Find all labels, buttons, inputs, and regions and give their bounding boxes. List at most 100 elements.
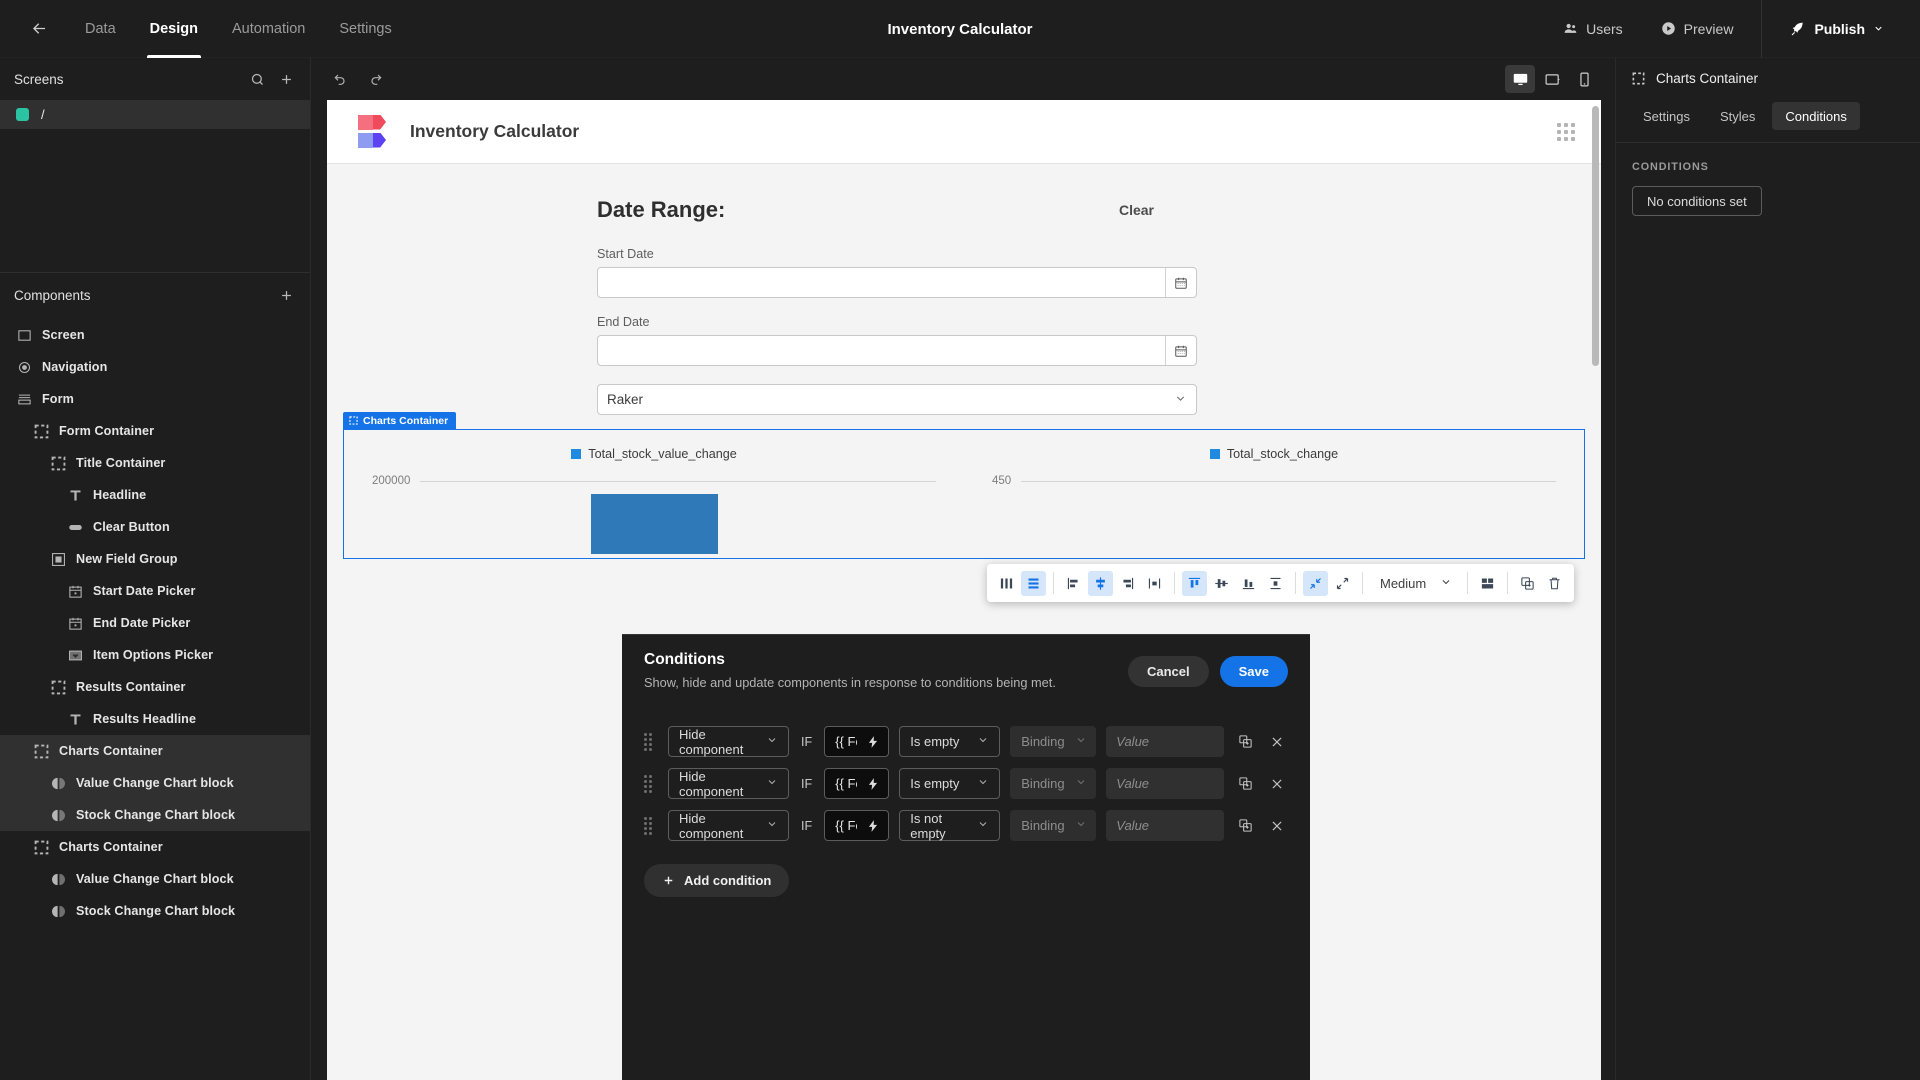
condition-action-select[interactable]: Hide component (668, 810, 789, 841)
condition-operator-select[interactable]: Is empty (899, 726, 1001, 757)
add-component-button[interactable] (279, 288, 294, 303)
chevron-down-icon (967, 734, 989, 749)
no-conditions-button[interactable]: No conditions set (1632, 186, 1762, 216)
condition-operator-select[interactable]: Is not empty (899, 810, 1001, 841)
distribute-h-icon[interactable] (1142, 571, 1167, 596)
tab-automation[interactable]: Automation (215, 0, 322, 58)
condition-binding-input[interactable]: {{ Form.Fields.End Date }} (824, 768, 890, 799)
tree-item-charts-container[interactable]: Charts Container (0, 735, 310, 767)
screen-item-root[interactable]: / (0, 100, 310, 129)
drag-handle-icon[interactable] (644, 732, 656, 751)
binding-lightning-icon[interactable] (857, 769, 888, 798)
tree-item-end-date-picker[interactable]: End Date Picker (0, 607, 310, 639)
binding-lightning-icon[interactable] (857, 811, 888, 840)
layout-icon[interactable] (1475, 571, 1500, 596)
columns-layout-icon[interactable] (994, 571, 1019, 596)
condition-value-input[interactable]: Value (1106, 810, 1224, 841)
tree-item-screen[interactable]: Screen (0, 319, 310, 351)
size-select[interactable]: Medium (1370, 571, 1460, 596)
back-button[interactable] (16, 6, 62, 52)
drawer-body: Hide component IF {{ Form.Fields.Start Dat… (622, 704, 1310, 1080)
condition-type-select[interactable]: Binding (1010, 768, 1097, 799)
remove-condition-icon[interactable] (1266, 773, 1288, 795)
condition-action-select[interactable]: Hide component (668, 768, 789, 799)
grid-menu-icon[interactable] (1557, 122, 1575, 141)
drag-handle-icon[interactable] (644, 774, 656, 793)
device-tablet-button[interactable] (1537, 65, 1567, 93)
tree-item-results-headline[interactable]: Results Headline (0, 703, 310, 735)
conditions-drawer: Conditions Show, hide and update compone… (622, 634, 1310, 1080)
duplicate-condition-icon[interactable] (1234, 731, 1256, 753)
tab-design[interactable]: Design (133, 0, 215, 58)
align-top-icon[interactable] (1182, 570, 1207, 596)
binding-lightning-icon[interactable] (857, 727, 888, 756)
end-date-input[interactable] (597, 335, 1197, 366)
duplicate-condition-icon[interactable] (1234, 815, 1256, 837)
start-date-input[interactable] (597, 267, 1197, 298)
users-button[interactable]: Users (1547, 11, 1639, 47)
tab-settings[interactable]: Settings (322, 0, 408, 58)
tree-item-form-container[interactable]: Form Container (0, 415, 310, 447)
tree-item-headline[interactable]: Headline (0, 479, 310, 511)
users-label: Users (1586, 20, 1623, 37)
tree-item-new-field-group[interactable]: New Field Group (0, 543, 310, 575)
add-screen-button[interactable] (279, 72, 294, 87)
search-screens-button[interactable] (250, 72, 265, 87)
condition-type-select[interactable]: Binding (1010, 810, 1097, 841)
align-center-icon[interactable] (1088, 570, 1113, 596)
tree-item-item-options-picker[interactable]: Item Options Picker (0, 639, 310, 671)
redo-button[interactable] (363, 66, 389, 92)
device-desktop-button[interactable] (1505, 65, 1535, 93)
remove-condition-icon[interactable] (1266, 731, 1288, 753)
save-button[interactable]: Save (1219, 656, 1288, 687)
tab-data[interactable]: Data (68, 0, 133, 58)
tree-item-value-change-chart-block[interactable]: Value Change Chart block (0, 767, 310, 799)
tree-item-navigation[interactable]: Navigation (0, 351, 310, 383)
item-options-select[interactable]: Raker (597, 384, 1197, 415)
drag-handle-icon[interactable] (644, 816, 656, 835)
remove-condition-icon[interactable] (1266, 815, 1288, 837)
publish-button[interactable]: Publish (1774, 11, 1900, 47)
delete-icon[interactable] (1542, 571, 1567, 596)
preview-button[interactable]: Preview (1645, 11, 1750, 47)
tab-styles[interactable]: Styles (1707, 102, 1768, 130)
tree-item-title-container[interactable]: Title Container (0, 447, 310, 479)
condition-type-select[interactable]: Binding (1010, 726, 1097, 757)
cancel-button[interactable]: Cancel (1127, 656, 1209, 687)
tree-item-form[interactable]: Form (0, 383, 310, 415)
duplicate-icon[interactable] (1515, 571, 1540, 596)
clear-button[interactable]: Clear (1119, 202, 1154, 218)
tree-item-clear-button[interactable]: Clear Button (0, 511, 310, 543)
align-left-icon[interactable] (1061, 571, 1086, 596)
condition-binding-input[interactable]: {{ Form.Fields.Item Name }} (824, 810, 890, 841)
distribute-v-icon[interactable] (1263, 571, 1288, 596)
tree-item-start-date-picker[interactable]: Start Date Picker (0, 575, 310, 607)
align-right-icon[interactable] (1115, 571, 1140, 596)
condition-binding-input[interactable]: {{ Form.Fields.Start Date }} (824, 726, 890, 757)
add-condition-button[interactable]: Add condition (644, 864, 790, 897)
tree-item-charts-container[interactable]: Charts Container (0, 831, 310, 863)
align-bottom-icon[interactable] (1236, 571, 1261, 596)
shrink-icon[interactable] (1303, 570, 1328, 596)
align-middle-icon[interactable] (1209, 571, 1234, 596)
tree-item-value-change-chart-block[interactable]: Value Change Chart block (0, 863, 310, 895)
charts-container[interactable]: Total_stock_value_change Total_stock_cha… (343, 429, 1585, 559)
rows-layout-icon[interactable] (1021, 570, 1046, 596)
tree-item-stock-change-chart-block[interactable]: Stock Change Chart block (0, 895, 310, 927)
start-date-calendar-button[interactable] (1165, 268, 1196, 297)
condition-value-input[interactable]: Value (1106, 768, 1224, 799)
undo-button[interactable] (327, 66, 353, 92)
duplicate-condition-icon[interactable] (1234, 773, 1256, 795)
end-date-calendar-button[interactable] (1165, 336, 1196, 365)
condition-action-select[interactable]: Hide component (668, 726, 789, 757)
device-mobile-button[interactable] (1569, 65, 1599, 93)
tab-settings[interactable]: Settings (1630, 102, 1703, 130)
tree-item-results-container[interactable]: Results Container (0, 671, 310, 703)
screen-icon (16, 327, 33, 344)
tab-conditions[interactable]: Conditions (1772, 102, 1860, 130)
condition-value-input[interactable]: Value (1106, 726, 1224, 757)
tree-item-label: Charts Container (59, 840, 163, 854)
grow-icon[interactable] (1330, 571, 1355, 596)
tree-item-stock-change-chart-block[interactable]: Stock Change Chart block (0, 799, 310, 831)
condition-operator-select[interactable]: Is empty (899, 768, 1001, 799)
